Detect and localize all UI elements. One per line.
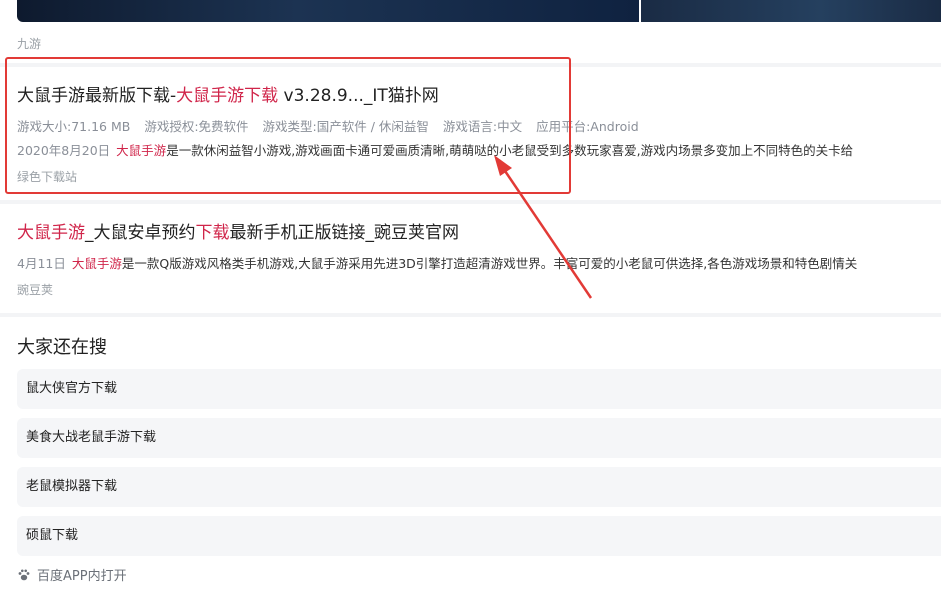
result-1-desc-text: 是一款休闲益智小游戏,游戏画面卡通可爱画质清晰,萌萌哒的小老鼠受到多数玩家喜爱,… — [166, 143, 854, 158]
result-2-desc-highlight: 大鼠手游 — [71, 256, 122, 271]
also-search-item[interactable]: 老鼠模拟器下载 — [17, 467, 941, 507]
result-2-date: 4月11日 — [17, 256, 66, 271]
meta-license: 游戏授权:免费软件 — [144, 119, 249, 134]
result-1-description: 2020年8月20日 大鼠手游是一款休闲益智小游戏,游戏画面卡通可爱画质清晰,萌萌… — [17, 140, 941, 159]
result-separator — [0, 313, 941, 317]
top-result-banner-image[interactable] — [17, 0, 941, 22]
result-2-description: 4月11日 大鼠手游是一款Q版游戏风格类手机游戏,大鼠手游采用先进3D引擎打造超清… — [17, 253, 941, 272]
meta-language: 游戏语言:中文 — [442, 119, 523, 134]
also-search-item[interactable]: 硕鼠下载 — [17, 516, 941, 556]
result-2-desc-text: 是一款Q版游戏风格类手机游戏,大鼠手游采用先进3D引擎打造超清游戏世界。丰富可爱… — [121, 256, 858, 271]
also-search-title: 大家还在搜 — [17, 337, 107, 358]
result-2-title[interactable]: 大鼠手游_大鼠安卓预约下载最新手机正版链接_豌豆荚官网 — [17, 221, 941, 245]
result-1-desc-highlight: 大鼠手游 — [116, 143, 167, 158]
open-in-app-link[interactable]: 百度APP内打开 — [17, 565, 127, 584]
result-1-date: 2020年8月20日 — [17, 143, 111, 158]
result-2-title-mid[interactable]: _大鼠安卓预约 — [85, 223, 196, 243]
result-separator — [0, 63, 941, 67]
result-1-source[interactable]: 绿色下载站 — [17, 168, 941, 185]
result-2-title-suffix[interactable]: 最新手机正版链接_豌豆荚官网 — [230, 223, 460, 243]
banner-image-left[interactable] — [17, 0, 639, 22]
result-2-title-hl1[interactable]: 大鼠手游 — [17, 223, 85, 243]
result-1-title-prefix[interactable]: 大鼠手游最新版下载- — [17, 86, 176, 106]
banner-image-right[interactable] — [641, 0, 941, 22]
meta-platform: 应用平台:Android — [536, 119, 639, 134]
result-2-source[interactable]: 豌豆荚 — [17, 281, 941, 298]
meta-size: 游戏大小:71.16 MB — [17, 119, 131, 134]
result-separator — [0, 200, 941, 204]
result-1-title-suffix[interactable]: v3.28.9..._IT猫扑网 — [278, 86, 439, 106]
top-result-source[interactable]: 九游 — [17, 35, 41, 52]
result-1-title-highlight[interactable]: 大鼠手游下载 — [176, 86, 278, 106]
also-search-item[interactable]: 鼠大侠官方下载 — [17, 369, 941, 409]
paw-icon — [18, 569, 30, 580]
meta-type: 游戏类型:国产软件 / 休闲益智 — [262, 119, 429, 134]
result-1-title[interactable]: 大鼠手游最新版下载-大鼠手游下载 v3.28.9..._IT猫扑网 — [17, 84, 941, 108]
result-2-title-hl2[interactable]: 下载 — [196, 223, 230, 243]
open-in-app-label[interactable]: 百度APP内打开 — [37, 565, 127, 584]
search-result-1: 大鼠手游最新版下载-大鼠手游下载 v3.28.9..._IT猫扑网 游戏大小:7… — [17, 84, 941, 185]
result-1-meta: 游戏大小:71.16 MB 游戏授权:免费软件 游戏类型:国产软件 / 休闲益智… — [17, 116, 941, 135]
also-search-item[interactable]: 美食大战老鼠手游下载 — [17, 418, 941, 458]
search-result-2: 大鼠手游_大鼠安卓预约下载最新手机正版链接_豌豆荚官网 4月11日 大鼠手游是一款… — [17, 221, 941, 298]
